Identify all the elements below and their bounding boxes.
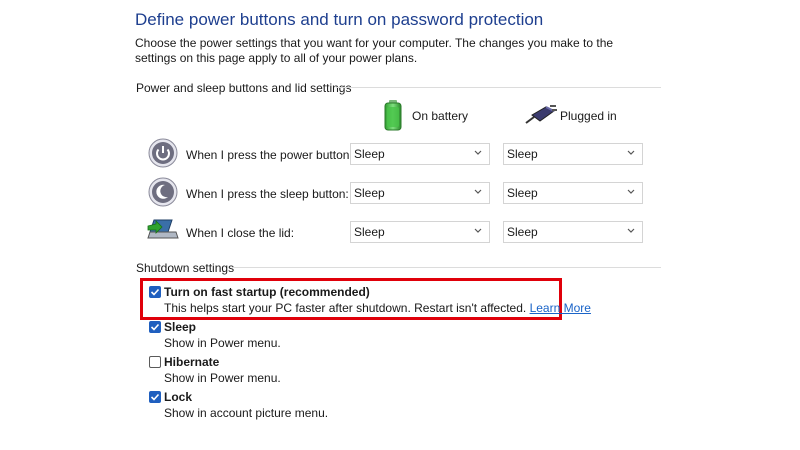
select-value: Sleep bbox=[354, 225, 385, 239]
hibernate-option-desc: Show in Power menu. bbox=[164, 371, 281, 385]
page-title: Define power buttons and turn on passwor… bbox=[135, 10, 544, 29]
sleep-option-desc: Show in Power menu. bbox=[164, 336, 281, 350]
select-value: Sleep bbox=[507, 147, 538, 161]
on-battery-header: On battery bbox=[412, 109, 469, 123]
lid-battery-select[interactable]: Sleep bbox=[350, 221, 490, 243]
sleep-option-title: Sleep bbox=[164, 320, 197, 334]
chevron-down-icon bbox=[627, 228, 635, 233]
power-section-title: Power and sleep buttons and lid settings bbox=[136, 81, 352, 95]
chevron-down-icon bbox=[627, 189, 635, 194]
checkmark-icon bbox=[150, 288, 160, 296]
laptop-lid-icon bbox=[146, 216, 180, 246]
chevron-down-icon bbox=[474, 150, 482, 155]
power-button-plugged-select[interactable]: Sleep bbox=[503, 143, 643, 165]
sleep-button-icon bbox=[148, 177, 178, 207]
power-button-battery-select[interactable]: Sleep bbox=[350, 143, 490, 165]
shutdown-section-divider bbox=[232, 267, 661, 268]
chevron-down-icon bbox=[627, 150, 635, 155]
learn-more-link[interactable]: Learn More bbox=[530, 301, 591, 315]
checkmark-icon bbox=[150, 393, 160, 401]
plug-icon bbox=[524, 103, 558, 127]
select-value: Sleep bbox=[507, 186, 538, 200]
power-button-icon bbox=[148, 138, 178, 168]
lock-checkbox[interactable] bbox=[149, 391, 161, 403]
battery-icon bbox=[381, 99, 405, 131]
shutdown-section-title: Shutdown settings bbox=[136, 261, 235, 275]
select-value: Sleep bbox=[507, 225, 538, 239]
hibernate-checkbox[interactable] bbox=[149, 356, 161, 368]
sleep-button-plugged-select[interactable]: Sleep bbox=[503, 182, 643, 204]
lid-label: When I close the lid: bbox=[186, 226, 295, 240]
plugged-in-header: Plugged in bbox=[560, 109, 617, 123]
fast-startup-desc: This helps start your PC faster after sh… bbox=[164, 301, 591, 315]
checkmark-icon bbox=[150, 323, 160, 331]
chevron-down-icon bbox=[474, 228, 482, 233]
sleep-checkbox[interactable] bbox=[149, 321, 161, 333]
select-value: Sleep bbox=[354, 186, 385, 200]
lock-option-desc: Show in account picture menu. bbox=[164, 406, 329, 420]
sleep-button-battery-select[interactable]: Sleep bbox=[350, 182, 490, 204]
power-button-label: When I press the power button: bbox=[186, 148, 353, 162]
lock-option-title: Lock bbox=[164, 390, 193, 404]
fast-startup-title: Turn on fast startup (recommended) bbox=[164, 285, 370, 299]
chevron-down-icon bbox=[474, 189, 482, 194]
page-description: Choose the power settings that you want … bbox=[135, 36, 614, 65]
fast-startup-checkbox[interactable] bbox=[149, 286, 161, 298]
sleep-button-label: When I press the sleep button: bbox=[186, 187, 349, 201]
select-value: Sleep bbox=[354, 147, 385, 161]
power-section-divider bbox=[336, 87, 661, 88]
fast-startup-desc-text: This helps start your PC faster after sh… bbox=[164, 301, 527, 315]
lid-plugged-select[interactable]: Sleep bbox=[503, 221, 643, 243]
hibernate-option-title: Hibernate bbox=[164, 355, 220, 369]
